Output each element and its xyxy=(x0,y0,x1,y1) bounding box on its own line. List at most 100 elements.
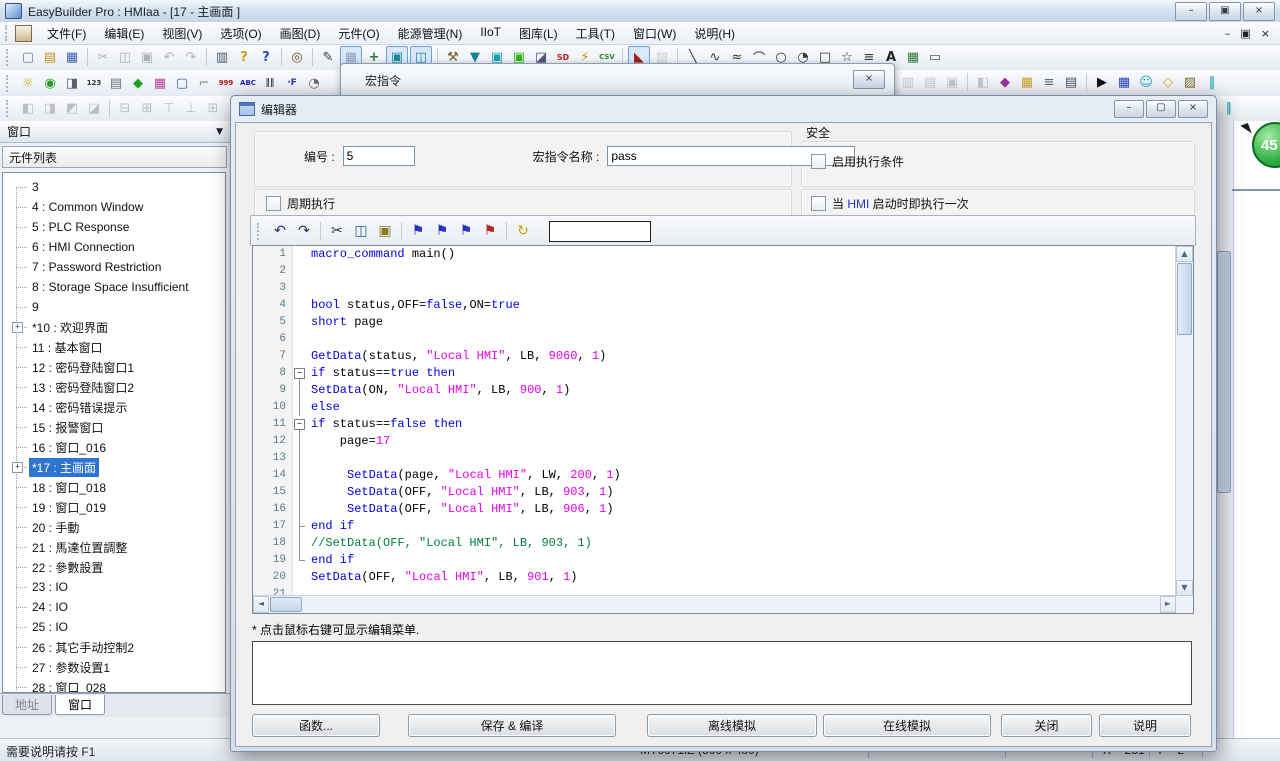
object-list-icon[interactable]: ≡ xyxy=(1039,72,1059,92)
numeric-display-icon[interactable]: 999 xyxy=(216,73,236,93)
offline-simulation-button[interactable]: 离线模拟 xyxy=(647,714,817,737)
tree-item[interactable]: 18 : 窗口_018 xyxy=(3,477,225,497)
menu-item[interactable]: 文件(F) xyxy=(38,22,95,45)
window-preview-icon[interactable]: ∥ xyxy=(1219,98,1239,118)
pointer-tool-icon[interactable]: ▶ xyxy=(1092,72,1112,92)
code-line[interactable]: 10else xyxy=(253,399,1176,416)
tab-window[interactable]: 窗口 xyxy=(55,695,105,715)
memo-pad-icon[interactable]: ▢ xyxy=(172,73,192,93)
menu-item[interactable]: 窗口(W) xyxy=(624,22,685,45)
code-line[interactable]: 1macro_command main() xyxy=(253,246,1176,263)
code-line[interactable]: 14 SetData(page, "Local HMI", LW, 200, 1… xyxy=(253,467,1176,484)
new-project-icon[interactable]: ▢ xyxy=(18,47,38,67)
close-button[interactable]: 关闭 xyxy=(1001,714,1092,737)
code-editor[interactable]: 1macro_command main()234bool status,OFF=… xyxy=(252,245,1194,614)
function-f-icon[interactable]: ·F xyxy=(282,73,302,93)
dialog-minimize-icon[interactable]: – xyxy=(1114,100,1144,118)
scroll-right-icon[interactable]: ► xyxy=(1160,596,1176,613)
code-line[interactable]: 6 xyxy=(253,331,1176,348)
menu-item[interactable]: 能源管理(N) xyxy=(389,22,472,45)
code-line[interactable]: 11if status==false then xyxy=(253,416,1176,433)
picture-tool-icon[interactable]: ▦ xyxy=(903,47,923,67)
tree-item[interactable]: 21 : 馬達位置調整 xyxy=(3,537,225,557)
online-simulation-button[interactable]: 在线模拟 xyxy=(823,714,991,737)
scrollbar-thumb[interactable] xyxy=(270,597,302,612)
menu-item[interactable]: IIoT xyxy=(471,22,510,45)
help-button[interactable]: 说明 xyxy=(1099,714,1191,737)
import-object-icon[interactable]: ◆ xyxy=(128,73,148,93)
code-line[interactable]: 4bool status,OFF=false,ON=true xyxy=(253,297,1176,314)
tree-item[interactable]: 25 : IO xyxy=(3,617,225,637)
dialog-close-icon[interactable]: × xyxy=(1178,100,1208,118)
compiler-message-box[interactable] xyxy=(252,641,1192,705)
tree-item[interactable]: 4 : Common Window xyxy=(3,197,225,217)
copy-icon[interactable]: ◫ xyxy=(350,220,372,242)
toolbar-handle[interactable] xyxy=(257,223,263,240)
code-line[interactable]: 19end if xyxy=(253,552,1176,569)
toolbar-handle[interactable] xyxy=(5,25,10,41)
code-line[interactable]: 16 SetData(OFF, "Local HMI", LB, 906, 1) xyxy=(253,501,1176,518)
tree-item[interactable]: +*17 : 主画面 xyxy=(3,457,225,477)
tree-item[interactable]: 28 : 窗口_028 xyxy=(3,677,225,693)
tree-item[interactable]: 3 xyxy=(3,177,225,197)
menu-item[interactable]: 说明(H) xyxy=(685,22,744,45)
bit-lamp-icon[interactable]: ☼ xyxy=(18,73,38,93)
scroll-left-icon[interactable]: ◄ xyxy=(253,596,269,613)
option-list-icon[interactable]: ▦ xyxy=(150,73,170,93)
mdi-close-icon[interactable]: × xyxy=(1261,27,1270,40)
minimize-icon[interactable]: – xyxy=(1175,2,1207,21)
print-icon[interactable]: ▥ xyxy=(212,47,232,67)
save-icon[interactable]: ▦ xyxy=(62,47,82,67)
code-line[interactable]: 5short page xyxy=(253,314,1176,331)
tree-item[interactable]: 12 : 密码登陆窗口1 xyxy=(3,357,225,377)
tree-item[interactable]: 16 : 窗口_016 xyxy=(3,437,225,457)
tree-item[interactable]: 11 : 基本窗口 xyxy=(3,337,225,357)
fold-collapse-icon[interactable] xyxy=(293,416,307,433)
dialog-maximize-icon[interactable]: ▢ xyxy=(1146,100,1176,118)
code-horizontal-scrollbar[interactable]: ◄ ► xyxy=(253,595,1176,613)
tree-item[interactable]: 9 xyxy=(3,297,225,317)
address-table-icon[interactable]: ▦ xyxy=(1114,72,1134,92)
key-object-icon[interactable]: ⌐ xyxy=(194,73,214,93)
code-line[interactable]: 7GetData(status, "Local HMI", LB, 9060, … xyxy=(253,348,1176,365)
library-cabinet-icon[interactable]: ▤ xyxy=(1061,72,1081,92)
tree-expander-icon[interactable]: + xyxy=(12,322,23,333)
data-sampling-icon[interactable]: ‖ xyxy=(1202,72,1222,92)
toggle-bookmark-icon[interactable]: ⚑ xyxy=(407,220,429,242)
tree-item[interactable]: 23 : IO xyxy=(3,577,225,597)
macro-dialog-close-icon[interactable]: × xyxy=(853,70,885,89)
tree-item[interactable]: 14 : 密码错误提示 xyxy=(3,397,225,417)
code-line[interactable]: 18//SetData(OFF, "Local HMI", LB, 903, 1… xyxy=(253,535,1176,552)
macro-editor-icon[interactable]: ▨ xyxy=(1180,72,1200,92)
chevron-down-icon[interactable]: ▼ xyxy=(216,127,223,137)
toolbar-handle[interactable] xyxy=(6,49,12,66)
save-compile-button[interactable]: 保存 & 编译 xyxy=(408,714,616,737)
code-vertical-scrollbar[interactable]: ▲ ▼ xyxy=(1175,246,1193,596)
tree-expander-icon[interactable]: + xyxy=(12,462,23,473)
exec-condition-checkbox[interactable] xyxy=(811,154,826,169)
word-lamp-icon[interactable]: ◉ xyxy=(40,73,60,93)
set-bit-icon[interactable]: ◨ xyxy=(62,73,82,93)
multi-state-icon[interactable]: ▤ xyxy=(106,73,126,93)
tag-library-icon[interactable]: ◇ xyxy=(1158,72,1178,92)
tree-item[interactable]: 27 : 参数设置1 xyxy=(3,657,225,677)
cut-icon[interactable]: ✂ xyxy=(326,220,348,242)
undo-icon[interactable]: ↶ xyxy=(269,220,291,242)
tree-item[interactable]: 13 : 密码登陆窗口2 xyxy=(3,377,225,397)
scrollbar-thumb[interactable] xyxy=(1217,251,1231,493)
tree-item[interactable]: 24 : IO xyxy=(3,597,225,617)
tree-item[interactable]: 19 : 窗口_019 xyxy=(3,497,225,517)
code-line[interactable]: 12 page=17 xyxy=(253,433,1176,450)
search-icon[interactable]: ↻ xyxy=(512,220,534,242)
paste-icon[interactable]: ▣ xyxy=(374,220,396,242)
gauge-badge[interactable]: 45 xyxy=(1252,122,1280,168)
redo-icon[interactable]: ↷ xyxy=(293,220,315,242)
close-icon[interactable]: × xyxy=(1243,2,1275,21)
next-bookmark-icon[interactable]: ⚑ xyxy=(431,220,453,242)
code-line[interactable]: 20SetData(OFF, "Local HMI", LB, 901, 1) xyxy=(253,569,1176,586)
canvas-vertical-scrollbar[interactable] xyxy=(1215,121,1234,739)
code-line[interactable]: 8if status==true then xyxy=(253,365,1176,382)
menu-item[interactable]: 视图(V) xyxy=(153,22,211,45)
previous-bookmark-icon[interactable]: ⚑ xyxy=(455,220,477,242)
mdi-minimize-icon[interactable]: – xyxy=(1225,27,1231,40)
